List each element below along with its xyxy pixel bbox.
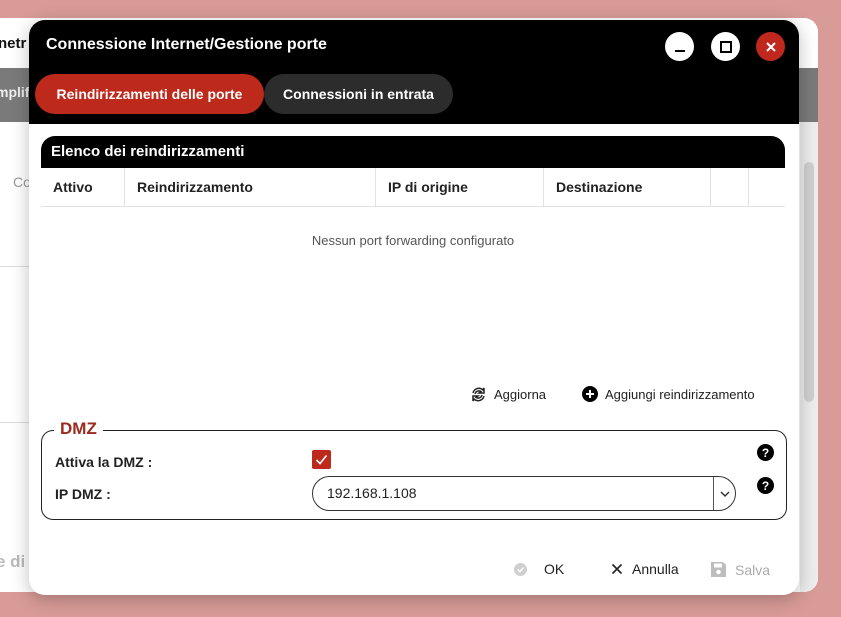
background-tab: mplif (0, 84, 30, 100)
refresh-button[interactable]: Aggiorna (470, 386, 546, 403)
dmz-section: DMZ Attiva la DMZ : IP DMZ : ? ? (41, 419, 787, 520)
tab-incoming-connections[interactable]: Connessioni in entrata (264, 74, 453, 114)
dialog-title: Connessione Internet/Gestione porte (46, 36, 327, 53)
cancel-button[interactable]: Annulla (610, 561, 679, 577)
help-icon[interactable]: ? (757, 444, 774, 461)
background-divider (0, 266, 30, 267)
checkmark-icon (315, 454, 328, 465)
close-button[interactable] (756, 32, 785, 61)
ok-button[interactable]: OK (513, 561, 564, 577)
add-forwarding-label: Aggiungi reindirizzamento (605, 386, 755, 402)
dmz-ip-select[interactable] (312, 476, 736, 511)
forwarding-list: Elenco dei reindirizzamenti Attivo Reind… (41, 136, 785, 408)
save-icon (711, 562, 726, 577)
scrollbar-thumb[interactable] (804, 162, 814, 402)
dialog-header: Connessione Internet/Gestione porte Rein… (29, 20, 799, 124)
dmz-legend: DMZ (54, 419, 103, 439)
help-icon[interactable]: ? (757, 477, 774, 494)
minimize-icon (674, 49, 685, 52)
background-divider (0, 422, 30, 423)
add-forwarding-button[interactable]: Aggiungi reindirizzamento (582, 386, 755, 402)
column-header-forwarding[interactable]: Reindirizzamento (125, 168, 376, 206)
dmz-ip-label: IP DMZ : (55, 486, 111, 502)
background-title: netr (0, 35, 27, 52)
close-icon (765, 41, 776, 52)
background-scrollbar[interactable] (800, 122, 818, 592)
save-button[interactable]: Salva (710, 561, 770, 578)
empty-list-message: Nessun port forwarding configurato (311, 233, 515, 248)
enable-dmz-label: Attiva la DMZ : (55, 454, 153, 470)
ok-label: OK (544, 561, 565, 577)
dmz-ip-input[interactable] (325, 484, 709, 502)
list-header: Elenco dei reindirizzamenti (41, 136, 785, 168)
check-circle-icon (514, 562, 527, 576)
chevron-down-icon (719, 490, 730, 497)
port-management-dialog: Connessione Internet/Gestione porte Rein… (29, 20, 799, 595)
list-title: Elenco dei reindirizzamenti (51, 143, 245, 160)
dropdown-toggle[interactable] (713, 477, 735, 510)
column-header-active[interactable]: Attivo (41, 168, 125, 206)
column-header-extra (711, 168, 749, 206)
refresh-icon (472, 387, 485, 402)
column-header-source-ip[interactable]: IP di origine (376, 168, 544, 206)
minimize-button[interactable] (665, 32, 694, 61)
enable-dmz-checkbox[interactable] (312, 450, 331, 469)
column-header-extra (749, 168, 785, 206)
close-icon (611, 563, 623, 575)
maximize-button[interactable] (711, 32, 740, 61)
tab-port-forwarding[interactable]: Reindirizzamenti delle porte (35, 74, 264, 114)
maximize-icon (719, 40, 732, 53)
table-header: Attivo Reindirizzamento IP di origine De… (41, 168, 785, 207)
save-label: Salva (735, 561, 771, 578)
cancel-label: Annulla (632, 561, 679, 577)
add-circle-icon (582, 386, 598, 402)
column-header-destination[interactable]: Destinazione (544, 168, 711, 206)
refresh-label: Aggiorna (494, 387, 547, 402)
